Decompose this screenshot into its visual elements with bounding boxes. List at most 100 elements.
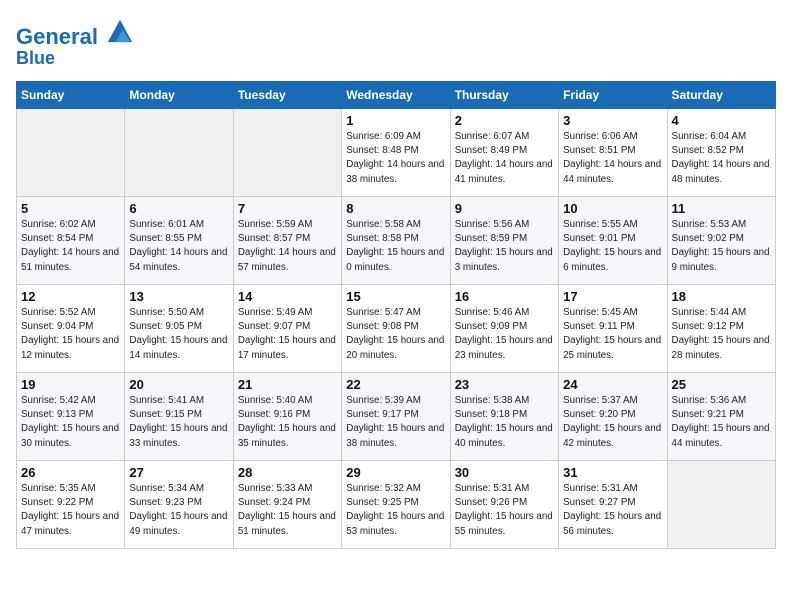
calendar-cell: 18 Sunrise: 5:44 AM Sunset: 9:12 PM Dayl… (667, 284, 775, 372)
day-number: 26 (21, 465, 120, 480)
calendar-body: 1 Sunrise: 6:09 AM Sunset: 8:48 PM Dayli… (17, 108, 776, 548)
day-info: Sunrise: 5:53 AM Sunset: 9:02 PM Dayligh… (672, 218, 771, 275)
calendar-table: SundayMondayTuesdayWednesdayThursdayFrid… (16, 81, 776, 549)
calendar-cell: 24 Sunrise: 5:37 AM Sunset: 9:20 PM Dayl… (559, 372, 667, 460)
calendar-cell: 10 Sunrise: 5:55 AM Sunset: 9:01 PM Dayl… (559, 196, 667, 284)
calendar-cell: 19 Sunrise: 5:42 AM Sunset: 9:13 PM Dayl… (17, 372, 125, 460)
day-number: 11 (672, 201, 771, 216)
calendar-header-row: SundayMondayTuesdayWednesdayThursdayFrid… (17, 81, 776, 108)
calendar-cell: 23 Sunrise: 5:38 AM Sunset: 9:18 PM Dayl… (450, 372, 558, 460)
day-number: 1 (346, 113, 445, 128)
day-number: 13 (129, 289, 228, 304)
calendar-cell: 8 Sunrise: 5:58 AM Sunset: 8:58 PM Dayli… (342, 196, 450, 284)
day-info: Sunrise: 6:04 AM Sunset: 8:52 PM Dayligh… (672, 130, 771, 187)
day-number: 2 (455, 113, 554, 128)
day-info: Sunrise: 6:07 AM Sunset: 8:49 PM Dayligh… (455, 130, 554, 187)
day-info: Sunrise: 5:45 AM Sunset: 9:11 PM Dayligh… (563, 306, 662, 363)
day-info: Sunrise: 5:41 AM Sunset: 9:15 PM Dayligh… (129, 394, 228, 451)
day-number: 10 (563, 201, 662, 216)
day-number: 6 (129, 201, 228, 216)
day-number: 5 (21, 201, 120, 216)
day-info: Sunrise: 5:34 AM Sunset: 9:23 PM Dayligh… (129, 482, 228, 539)
calendar-cell: 9 Sunrise: 5:56 AM Sunset: 8:59 PM Dayli… (450, 196, 558, 284)
calendar-cell: 15 Sunrise: 5:47 AM Sunset: 9:08 PM Dayl… (342, 284, 450, 372)
day-info: Sunrise: 5:39 AM Sunset: 9:17 PM Dayligh… (346, 394, 445, 451)
day-header-sunday: Sunday (17, 81, 125, 108)
day-info: Sunrise: 5:36 AM Sunset: 9:21 PM Dayligh… (672, 394, 771, 451)
calendar-cell (125, 108, 233, 196)
calendar-cell: 21 Sunrise: 5:40 AM Sunset: 9:16 PM Dayl… (233, 372, 341, 460)
day-number: 20 (129, 377, 228, 392)
day-info: Sunrise: 6:06 AM Sunset: 8:51 PM Dayligh… (563, 130, 662, 187)
day-info: Sunrise: 5:32 AM Sunset: 9:25 PM Dayligh… (346, 482, 445, 539)
day-number: 28 (238, 465, 337, 480)
calendar-cell: 6 Sunrise: 6:01 AM Sunset: 8:55 PM Dayli… (125, 196, 233, 284)
calendar-cell: 3 Sunrise: 6:06 AM Sunset: 8:51 PM Dayli… (559, 108, 667, 196)
day-number: 17 (563, 289, 662, 304)
day-info: Sunrise: 5:31 AM Sunset: 9:27 PM Dayligh… (563, 482, 662, 539)
calendar-cell: 26 Sunrise: 5:35 AM Sunset: 9:22 PM Dayl… (17, 460, 125, 548)
day-header-friday: Friday (559, 81, 667, 108)
calendar-cell (233, 108, 341, 196)
calendar-cell: 29 Sunrise: 5:32 AM Sunset: 9:25 PM Dayl… (342, 460, 450, 548)
day-number: 23 (455, 377, 554, 392)
day-header-wednesday: Wednesday (342, 81, 450, 108)
calendar-cell: 30 Sunrise: 5:31 AM Sunset: 9:26 PM Dayl… (450, 460, 558, 548)
calendar-cell (667, 460, 775, 548)
day-header-thursday: Thursday (450, 81, 558, 108)
day-number: 27 (129, 465, 228, 480)
calendar-cell: 20 Sunrise: 5:41 AM Sunset: 9:15 PM Dayl… (125, 372, 233, 460)
day-info: Sunrise: 5:56 AM Sunset: 8:59 PM Dayligh… (455, 218, 554, 275)
day-info: Sunrise: 5:46 AM Sunset: 9:09 PM Dayligh… (455, 306, 554, 363)
calendar-cell: 2 Sunrise: 6:07 AM Sunset: 8:49 PM Dayli… (450, 108, 558, 196)
calendar-cell: 25 Sunrise: 5:36 AM Sunset: 9:21 PM Dayl… (667, 372, 775, 460)
day-header-saturday: Saturday (667, 81, 775, 108)
calendar-cell (17, 108, 125, 196)
day-info: Sunrise: 5:50 AM Sunset: 9:05 PM Dayligh… (129, 306, 228, 363)
week-row-3: 12 Sunrise: 5:52 AM Sunset: 9:04 PM Dayl… (17, 284, 776, 372)
calendar-cell: 7 Sunrise: 5:59 AM Sunset: 8:57 PM Dayli… (233, 196, 341, 284)
day-header-tuesday: Tuesday (233, 81, 341, 108)
logo-blue-text: Blue (16, 49, 134, 69)
day-number: 30 (455, 465, 554, 480)
day-info: Sunrise: 5:40 AM Sunset: 9:16 PM Dayligh… (238, 394, 337, 451)
day-info: Sunrise: 5:44 AM Sunset: 9:12 PM Dayligh… (672, 306, 771, 363)
day-number: 18 (672, 289, 771, 304)
day-number: 31 (563, 465, 662, 480)
calendar-cell: 12 Sunrise: 5:52 AM Sunset: 9:04 PM Dayl… (17, 284, 125, 372)
day-number: 3 (563, 113, 662, 128)
day-number: 24 (563, 377, 662, 392)
day-number: 15 (346, 289, 445, 304)
day-info: Sunrise: 5:55 AM Sunset: 9:01 PM Dayligh… (563, 218, 662, 275)
week-row-1: 1 Sunrise: 6:09 AM Sunset: 8:48 PM Dayli… (17, 108, 776, 196)
day-number: 16 (455, 289, 554, 304)
calendar-cell: 1 Sunrise: 6:09 AM Sunset: 8:48 PM Dayli… (342, 108, 450, 196)
logo-text: General (16, 16, 134, 49)
calendar-cell: 28 Sunrise: 5:33 AM Sunset: 9:24 PM Dayl… (233, 460, 341, 548)
day-info: Sunrise: 6:01 AM Sunset: 8:55 PM Dayligh… (129, 218, 228, 275)
day-number: 8 (346, 201, 445, 216)
day-info: Sunrise: 5:49 AM Sunset: 9:07 PM Dayligh… (238, 306, 337, 363)
calendar-cell: 4 Sunrise: 6:04 AM Sunset: 8:52 PM Dayli… (667, 108, 775, 196)
calendar-cell: 16 Sunrise: 5:46 AM Sunset: 9:09 PM Dayl… (450, 284, 558, 372)
calendar-cell: 17 Sunrise: 5:45 AM Sunset: 9:11 PM Dayl… (559, 284, 667, 372)
day-info: Sunrise: 5:31 AM Sunset: 9:26 PM Dayligh… (455, 482, 554, 539)
day-info: Sunrise: 5:33 AM Sunset: 9:24 PM Dayligh… (238, 482, 337, 539)
day-number: 19 (21, 377, 120, 392)
calendar-cell: 11 Sunrise: 5:53 AM Sunset: 9:02 PM Dayl… (667, 196, 775, 284)
day-info: Sunrise: 5:35 AM Sunset: 9:22 PM Dayligh… (21, 482, 120, 539)
calendar-cell: 27 Sunrise: 5:34 AM Sunset: 9:23 PM Dayl… (125, 460, 233, 548)
day-info: Sunrise: 5:38 AM Sunset: 9:18 PM Dayligh… (455, 394, 554, 451)
week-row-2: 5 Sunrise: 6:02 AM Sunset: 8:54 PM Dayli… (17, 196, 776, 284)
day-number: 7 (238, 201, 337, 216)
page-header: General Blue (16, 16, 776, 69)
calendar-cell: 13 Sunrise: 5:50 AM Sunset: 9:05 PM Dayl… (125, 284, 233, 372)
day-info: Sunrise: 5:59 AM Sunset: 8:57 PM Dayligh… (238, 218, 337, 275)
day-number: 14 (238, 289, 337, 304)
day-info: Sunrise: 5:42 AM Sunset: 9:13 PM Dayligh… (21, 394, 120, 451)
logo: General Blue (16, 16, 134, 69)
day-info: Sunrise: 5:58 AM Sunset: 8:58 PM Dayligh… (346, 218, 445, 275)
week-row-5: 26 Sunrise: 5:35 AM Sunset: 9:22 PM Dayl… (17, 460, 776, 548)
calendar-cell: 22 Sunrise: 5:39 AM Sunset: 9:17 PM Dayl… (342, 372, 450, 460)
calendar-cell: 14 Sunrise: 5:49 AM Sunset: 9:07 PM Dayl… (233, 284, 341, 372)
